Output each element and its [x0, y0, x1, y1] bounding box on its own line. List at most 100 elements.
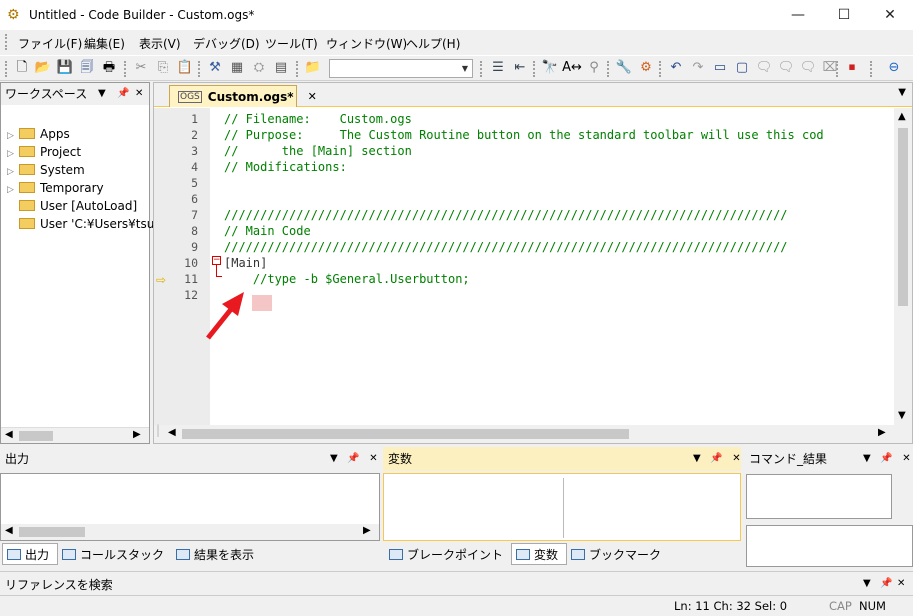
chevron-down-icon[interactable]: ▼	[693, 453, 701, 464]
pin-icon[interactable]: 📌	[117, 83, 129, 105]
command-results-area[interactable]	[746, 474, 892, 519]
tree-item-system[interactable]: ▷ System	[7, 161, 85, 179]
toolbar-separator	[870, 61, 873, 77]
tree-item-project[interactable]: ▷ Project	[7, 143, 81, 161]
scroll-thumb[interactable]	[898, 128, 908, 306]
editor-vscrollbar[interactable]: ▲ ▼	[894, 108, 912, 443]
tool-icon[interactable]: ⚙	[637, 59, 655, 77]
undo-icon[interactable]: ↶	[667, 59, 685, 77]
close-icon[interactable]: ✕	[308, 90, 317, 103]
prev-bookmark-icon[interactable]: 🗨	[799, 59, 817, 77]
menu-grip[interactable]	[5, 34, 8, 50]
output-tab-row: 出力 コールスタック 結果を表示	[2, 543, 262, 565]
chevron-down-icon[interactable]: ▼	[863, 578, 871, 589]
build-icon[interactable]: ⚒	[206, 59, 224, 77]
menu-tools[interactable]: ツール(T)	[265, 35, 318, 52]
bookmark-icon[interactable]: 🗨	[755, 59, 773, 77]
output-hscrollbar[interactable]: ◀ ▶	[1, 524, 379, 540]
save-all-icon[interactable]: 🗐	[78, 59, 96, 77]
scroll-left-icon[interactable]: ◀	[168, 427, 176, 438]
pin-icon[interactable]: 📌	[347, 453, 359, 464]
open-folder-icon[interactable]: 📂	[34, 59, 52, 77]
toolbar-grip[interactable]	[5, 61, 8, 77]
editor-hscrollbar[interactable]: | ◀ ▶	[154, 423, 894, 443]
scroll-left-icon[interactable]: ◀	[5, 429, 13, 440]
menu-view[interactable]: 表示(V)	[139, 35, 181, 52]
pin-icon[interactable]: 📌	[880, 453, 892, 464]
pin-icon[interactable]: 📌	[880, 578, 892, 589]
debug-icon[interactable]: ⛭	[250, 59, 268, 77]
tab-results[interactable]: 結果を表示	[172, 543, 262, 565]
workspace-hscrollbar[interactable]: ◀ ▶	[1, 427, 149, 443]
menu-file[interactable]: ファイル(F)	[18, 35, 82, 52]
scroll-up-icon[interactable]: ▲	[898, 111, 906, 122]
replace-icon[interactable]: A↔	[562, 59, 582, 77]
pin-icon[interactable]: 📌	[710, 453, 722, 464]
new-file-icon[interactable]: 🗋	[13, 59, 31, 77]
redo-icon[interactable]: ↷	[689, 59, 707, 77]
close-icon[interactable]: ✕	[732, 453, 740, 464]
output-area[interactable]: ◀ ▶	[0, 473, 380, 541]
save-icon[interactable]: 💾	[56, 59, 74, 77]
find-in-files-icon[interactable]: ⚲	[585, 59, 603, 77]
indent-icon[interactable]: ☰	[489, 59, 507, 77]
scroll-thumb[interactable]	[19, 527, 85, 537]
menu-edit[interactable]: 編集(E)	[84, 35, 125, 52]
toolbar-combo[interactable]: ▼	[329, 59, 473, 78]
paste-icon[interactable]: 📋	[176, 59, 194, 77]
scroll-down-icon[interactable]: ▼	[898, 410, 906, 421]
tab-bookmarks[interactable]: ブックマーク	[567, 543, 669, 565]
chevron-down-icon[interactable]: ▼	[898, 87, 906, 98]
tab-custom-ogs[interactable]: OGS Custom.ogs* ✕	[169, 85, 317, 107]
scroll-thumb[interactable]	[182, 429, 629, 439]
tree-item-user-path[interactable]: User 'C:¥Users¥tsuk	[7, 215, 161, 233]
wrench-icon[interactable]: 🔧	[615, 59, 633, 77]
comment-icon[interactable]: ▭	[711, 59, 729, 77]
cut-icon[interactable]: ✂	[132, 59, 150, 77]
tree-item-apps[interactable]: ▷ Apps	[7, 125, 70, 143]
print-icon[interactable]: 🖶	[100, 59, 118, 77]
code-area[interactable]: // Filename: Custom.ogs // Purpose: The …	[224, 108, 894, 428]
app-gear-icon[interactable]: ⚙	[7, 7, 23, 23]
close-icon[interactable]: ✕	[897, 578, 905, 589]
find-icon[interactable]: 🔭	[541, 59, 559, 77]
scroll-right-icon[interactable]: ▶	[878, 427, 886, 438]
tree-item-user-autoload[interactable]: User [AutoLoad]	[7, 197, 137, 215]
scroll-right-icon[interactable]: ▶	[363, 525, 371, 536]
command-input[interactable]	[746, 525, 913, 567]
fold-collapse-icon[interactable]: −	[212, 256, 221, 265]
scroll-left-icon[interactable]: ◀	[5, 525, 13, 536]
minimize-button[interactable]: —	[775, 0, 821, 30]
outdent-icon[interactable]: ⇤	[511, 59, 529, 77]
chevron-down-icon[interactable]: ▼	[330, 453, 338, 464]
close-icon[interactable]: ✕	[369, 453, 377, 464]
menu-help[interactable]: ヘルプ(H)	[406, 35, 460, 52]
next-bookmark-icon[interactable]: 🗨	[777, 59, 795, 77]
scroll-thumb[interactable]	[19, 431, 53, 441]
maximize-button[interactable]: ☐	[821, 0, 867, 30]
close-icon[interactable]: ✕	[902, 453, 910, 464]
menu-debug[interactable]: デバッグ(D)	[193, 35, 260, 52]
split-bar[interactable]: |	[156, 423, 160, 437]
tab-variables[interactable]: 変数	[511, 543, 568, 565]
close-icon[interactable]: ✕	[135, 83, 143, 105]
close-button[interactable]: ✕	[867, 0, 913, 30]
uncomment-icon[interactable]: ▢	[733, 59, 751, 77]
tab-breakpoints[interactable]: ブレークポイント	[385, 543, 511, 565]
chevron-down-icon[interactable]: ▼	[863, 453, 871, 464]
line-number: 8	[191, 224, 198, 238]
build-all-icon[interactable]: ▦	[228, 59, 246, 77]
chevron-down-icon[interactable]: ▼	[458, 60, 472, 77]
tab-output[interactable]: 出力	[2, 543, 59, 565]
chevron-down-icon[interactable]: ▼	[98, 83, 106, 105]
variables-area[interactable]	[383, 473, 741, 541]
tab-callstack[interactable]: コールスタック	[58, 543, 172, 565]
scroll-right-icon[interactable]: ▶	[133, 429, 141, 440]
open-folder-icon[interactable]: 📁	[304, 59, 322, 77]
menu-window[interactable]: ウィンドウ(W)	[326, 35, 407, 52]
stop-icon[interactable]: ⏹	[843, 59, 861, 77]
copy-icon[interactable]: ⎘	[154, 59, 172, 77]
back-icon[interactable]: ⊖	[885, 59, 903, 77]
tree-item-temporary[interactable]: ▷ Temporary	[7, 179, 104, 197]
run-icon[interactable]: ▤	[272, 59, 290, 77]
